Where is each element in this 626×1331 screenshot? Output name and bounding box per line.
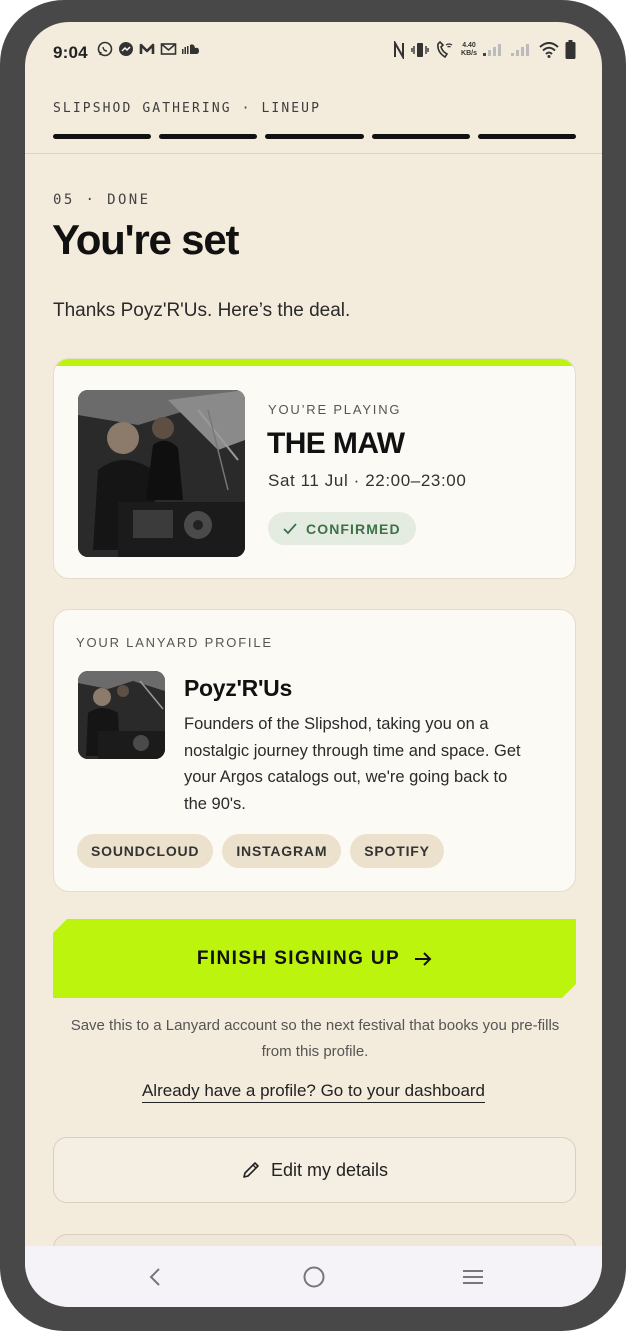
progress-segment xyxy=(477,134,577,139)
progress-segment xyxy=(159,134,258,139)
header-divider xyxy=(25,153,602,154)
system-navigation-bar xyxy=(25,1246,602,1307)
stage-name: THE MAW xyxy=(267,427,405,460)
slot-time: Sat 11 Jul · 22:00–23:00 xyxy=(268,471,467,490)
save-account-note: Save this to a Lanyard account so the ne… xyxy=(70,1017,560,1060)
home-button[interactable] xyxy=(294,1257,334,1297)
signal-icon xyxy=(511,44,529,56)
slot-label: YOU’RE PLAYING xyxy=(268,402,402,417)
thanks-message: Thanks Poyz'R'Us. Here’s the deal. xyxy=(53,300,351,321)
home-icon xyxy=(303,1266,324,1287)
profile-card: YOUR LANYARD PROFILE Poyz'R'Us Founders … xyxy=(53,609,576,892)
page-title: You're set xyxy=(52,216,239,263)
progress-bar xyxy=(53,134,577,139)
messenger-icon xyxy=(119,42,133,56)
system-icons: 4.40 KB/s xyxy=(393,40,576,60)
wifi-calling-icon xyxy=(437,41,453,59)
dashboard-link[interactable]: Already have a profile? Go to your dashb… xyxy=(141,1081,486,1103)
finish-signing-up-button[interactable]: FINISH SIGNING UP xyxy=(53,919,576,998)
notification-icons xyxy=(97,41,200,57)
profile-bio: Founders of the Slipshod, taking you on … xyxy=(184,715,521,813)
menu-icon xyxy=(462,1269,483,1284)
arrow-right-icon xyxy=(414,951,432,967)
profile-name: Poyz'R'Us xyxy=(184,675,292,701)
net-speed: 4.40 KB/s xyxy=(461,42,477,58)
check-icon xyxy=(283,522,297,534)
edit-details-button[interactable]: Edit my details xyxy=(53,1137,576,1203)
status-badge-label: CONFIRMED xyxy=(306,520,401,537)
progress-segment xyxy=(53,134,152,139)
progress-segment xyxy=(265,134,364,139)
gmail-icon xyxy=(160,43,177,55)
slot-card: YOU’RE PLAYING THE MAW Sat 11 Jul · 22:0… xyxy=(53,358,576,579)
card-accent-bar xyxy=(54,359,575,366)
finish-button-label: FINISH SIGNING UP xyxy=(196,947,401,969)
whatsapp-icon xyxy=(97,41,113,57)
step-indicator: 05 · DONE xyxy=(53,192,151,208)
back-icon xyxy=(149,1267,160,1286)
net-speed-unit: KB/s xyxy=(461,50,477,57)
spotify-link[interactable]: SPOTIFY xyxy=(350,834,444,868)
artist-photo xyxy=(78,390,245,557)
event-eyebrow: SLIPSHOD GATHERING · LINEUP xyxy=(53,101,322,116)
status-badge: CONFIRMED xyxy=(268,512,416,545)
edit-details-label: Edit my details xyxy=(270,1159,389,1180)
vibrate-icon xyxy=(411,43,429,57)
pencil-icon xyxy=(243,1162,259,1178)
profile-links: SOUNDCLOUD INSTAGRAM SPOTIFY xyxy=(77,834,444,868)
phone-frame: 9:04 4.40 KB/s SLIPSHOD GATHERING · LINEU… xyxy=(0,0,626,1331)
net-speed-value: 4.40 xyxy=(462,42,476,49)
back-button[interactable] xyxy=(135,1257,175,1297)
battery-icon xyxy=(565,40,576,59)
dashboard-link-row: Already have a profile? Go to your dashb… xyxy=(25,1081,602,1103)
instagram-link[interactable]: INSTAGRAM xyxy=(222,834,342,868)
soundcloud-link[interactable]: SOUNDCLOUD xyxy=(77,834,214,868)
status-bar: 9:04 4.40 KB/s xyxy=(25,22,602,82)
signal-icon xyxy=(483,44,501,56)
profile-section-label: YOUR LANYARD PROFILE xyxy=(76,635,273,650)
app-screen: 9:04 4.40 KB/s SLIPSHOD GATHERING · LINEU… xyxy=(25,22,602,1307)
progress-segment xyxy=(371,134,470,139)
nfc-icon xyxy=(394,41,405,59)
status-time: 9:04 xyxy=(53,43,88,62)
soundcloud-icon xyxy=(182,44,199,54)
m-app-icon xyxy=(139,43,155,54)
wifi-icon xyxy=(539,42,559,58)
recents-button[interactable] xyxy=(453,1257,493,1297)
profile-avatar xyxy=(78,671,165,759)
